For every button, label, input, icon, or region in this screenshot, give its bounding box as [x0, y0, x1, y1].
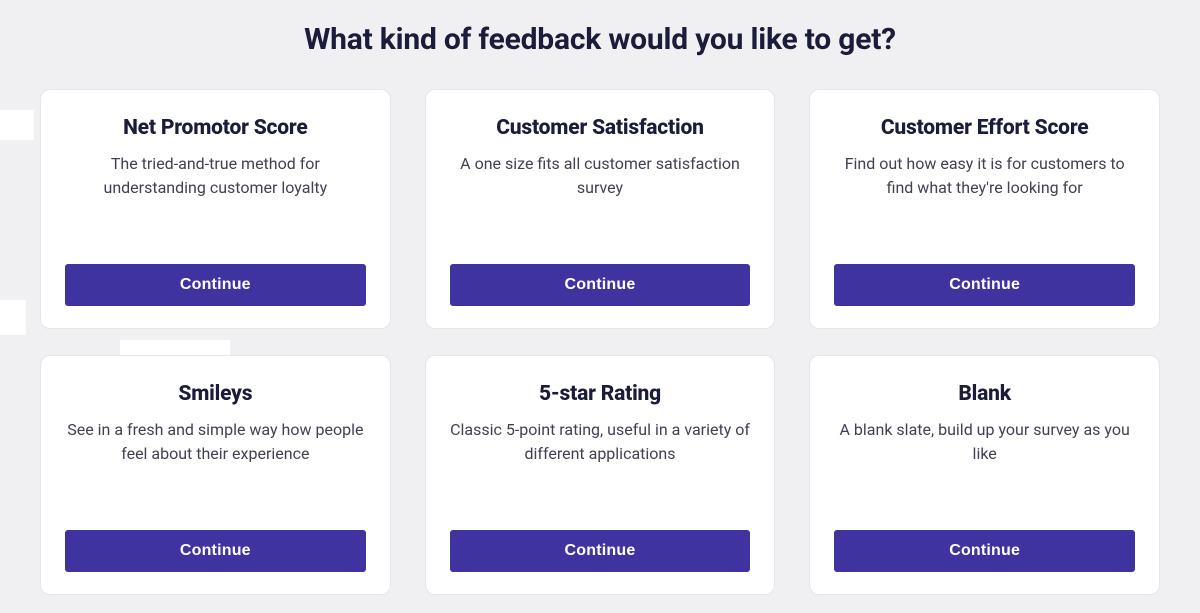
feedback-type-picker: What kind of feedback would you like to …: [0, 0, 1200, 595]
card-title: Net Promotor Score: [123, 116, 307, 140]
continue-button[interactable]: Continue: [65, 264, 366, 306]
continue-button[interactable]: Continue: [834, 530, 1135, 572]
continue-button[interactable]: Continue: [65, 530, 366, 572]
card-description: A blank slate, build up your survey as y…: [834, 418, 1135, 530]
page-title: What kind of feedback would you like to …: [40, 22, 1160, 57]
card-blank: Blank A blank slate, build up your surve…: [809, 355, 1160, 595]
continue-button[interactable]: Continue: [450, 264, 751, 306]
card-title: 5-star Rating: [539, 382, 661, 406]
card-customer-effort-score: Customer Effort Score Find out how easy …: [809, 89, 1160, 329]
card-net-promotor-score: Net Promotor Score The tried-and-true me…: [40, 89, 391, 329]
card-title: Customer Satisfaction: [496, 116, 703, 140]
card-smileys: Smileys See in a fresh and simple way ho…: [40, 355, 391, 595]
card-5-star-rating: 5-star Rating Classic 5-point rating, us…: [425, 355, 776, 595]
card-description: A one size fits all customer satisfactio…: [450, 152, 751, 264]
card-description: Classic 5-point rating, useful in a vari…: [450, 418, 751, 530]
card-description: See in a fresh and simple way how people…: [65, 418, 366, 530]
continue-button[interactable]: Continue: [450, 530, 751, 572]
card-description: The tried-and-true method for understand…: [65, 152, 366, 264]
card-title: Customer Effort Score: [881, 116, 1089, 140]
continue-button[interactable]: Continue: [834, 264, 1135, 306]
feedback-card-grid: Net Promotor Score The tried-and-true me…: [40, 89, 1160, 595]
card-customer-satisfaction: Customer Satisfaction A one size fits al…: [425, 89, 776, 329]
card-title: Smileys: [178, 382, 252, 406]
card-title: Blank: [958, 382, 1011, 406]
card-description: Find out how easy it is for customers to…: [834, 152, 1135, 264]
